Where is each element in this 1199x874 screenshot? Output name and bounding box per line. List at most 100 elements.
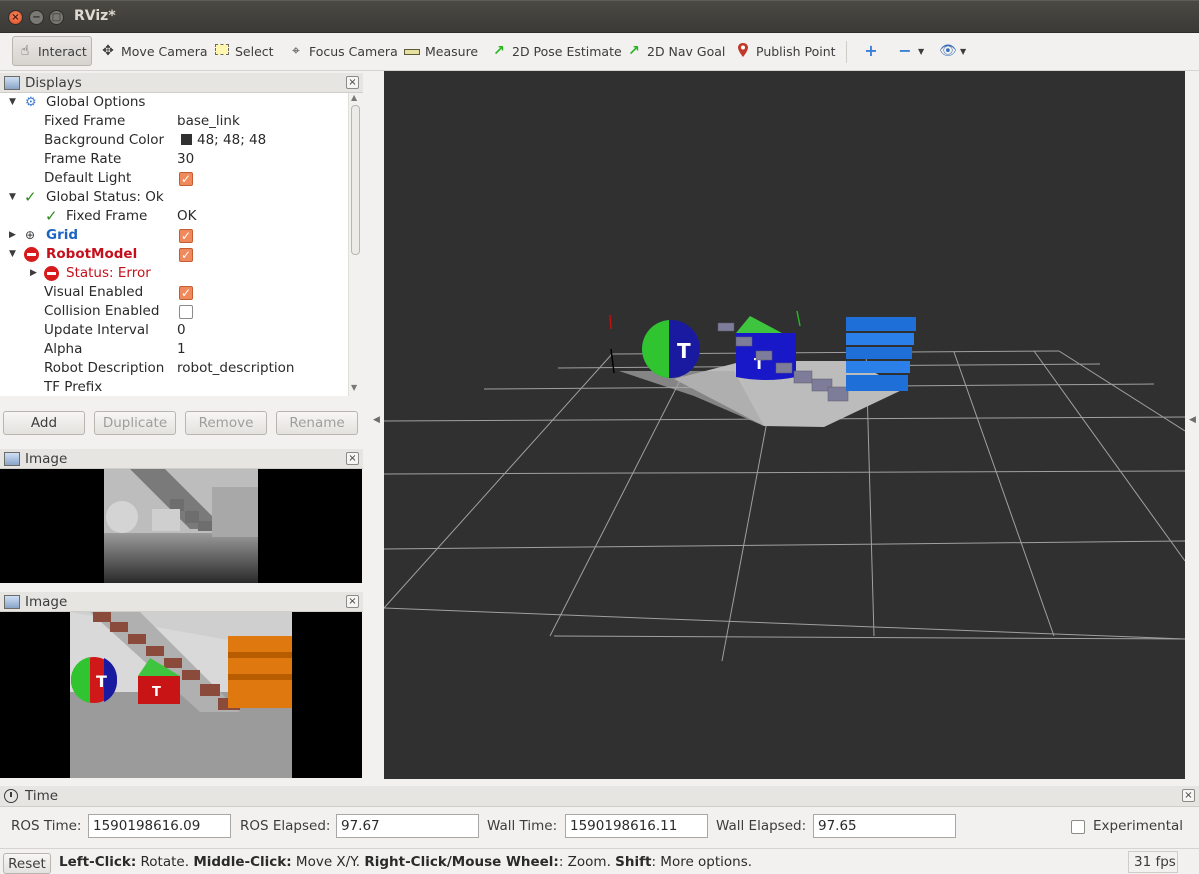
expand-arrow-icon[interactable]: ▼ (9, 93, 16, 112)
select-tool-label: Select (235, 43, 274, 59)
scroll-up-arrow-icon[interactable]: ▲ (351, 93, 357, 102)
window-minimize-button[interactable]: − (29, 10, 44, 25)
main-toolbar: ☝ Interact ✥ Move Camera Select ⌖ Focus … (0, 33, 1199, 71)
expand-arrow-icon[interactable]: ▶ (9, 226, 16, 245)
tree-row-robot-description[interactable]: Robot Description robot_description (0, 359, 348, 378)
nav-goal-tool-button[interactable]: ↗ 2D Nav Goal (622, 36, 729, 66)
global-options-label: Global Options (46, 94, 146, 110)
green-arrow-icon: ↗ (628, 43, 640, 59)
displays-panel-close-button[interactable]: × (346, 76, 359, 89)
views-tool-button[interactable]: 👁 ▼ (935, 36, 970, 66)
error-icon (24, 245, 39, 266)
green-arrow-icon: ↗ (493, 43, 505, 59)
focus-camera-tool-button[interactable]: ⌖ Focus Camera (284, 36, 402, 66)
collision-enabled-checkbox[interactable] (179, 305, 193, 319)
chevron-down-icon: ▼ (960, 46, 967, 56)
tf-prefix-label: TF Prefix (44, 379, 103, 395)
right-splitter-arrow-icon[interactable]: ◀ (1189, 415, 1196, 425)
depth-image-panel-close-button[interactable]: × (346, 452, 359, 465)
hand-pointer-icon: ☝ (20, 43, 30, 59)
tree-row-default-light[interactable]: Default Light (0, 169, 348, 189)
ros-elapsed-field[interactable]: 97.67 (336, 814, 479, 838)
tree-row-collision-enabled[interactable]: Collision Enabled (0, 302, 348, 321)
robot-model-enabled-checkbox[interactable] (179, 246, 193, 265)
tree-row-frame-rate[interactable]: Frame Rate 30 (0, 150, 348, 169)
checkmark-icon: ✓ (24, 188, 37, 206)
add-tool-button[interactable]: + (859, 36, 883, 66)
scroll-down-arrow-icon[interactable]: ▼ (351, 383, 357, 392)
select-tool-button[interactable]: Select (210, 36, 278, 66)
window-maximize-button[interactable]: □ (49, 10, 64, 25)
ros-elapsed-label: ROS Elapsed: (240, 818, 331, 834)
default-light-checkbox[interactable] (179, 170, 193, 189)
grid-enabled-checkbox[interactable] (179, 227, 193, 246)
gear-icon: ⚙ (25, 95, 37, 110)
experimental-checkbox[interactable] (1071, 820, 1085, 834)
visual-enabled-checkbox[interactable] (179, 284, 193, 303)
wall-time-field[interactable]: 1590198616.11 (565, 814, 708, 838)
update-interval-value[interactable]: 0 (177, 321, 186, 340)
tree-row-robot-model[interactable]: ▼ RobotModel (0, 245, 348, 266)
pose-estimate-tool-button[interactable]: ↗ 2D Pose Estimate (487, 36, 626, 66)
hint-right-click-action: : Zoom. (558, 854, 616, 870)
remove-display-button[interactable]: Remove (185, 411, 267, 435)
ros-time-field[interactable]: 1590198616.09 (88, 814, 231, 838)
move-camera-tool-button[interactable]: ✥ Move Camera (96, 36, 212, 66)
checkmark-icon: ✓ (45, 207, 58, 225)
expand-arrow-icon[interactable]: ▶ (30, 264, 37, 283)
collision-enabled-label: Collision Enabled (44, 303, 160, 319)
tree-row-status-error[interactable]: ▶ Status: Error (0, 264, 348, 283)
status-error-label: Status: Error (66, 265, 151, 281)
expand-arrow-icon[interactable]: ▼ (9, 188, 16, 207)
hint-left-click-action: Rotate. (136, 854, 194, 870)
eye-icon: 👁 (939, 43, 957, 59)
tree-row-update-interval[interactable]: Update Interval 0 (0, 321, 348, 340)
time-panel-header: Time × (0, 786, 1199, 807)
alpha-value[interactable]: 1 (177, 340, 186, 359)
error-icon (44, 264, 59, 285)
tree-row-grid[interactable]: ▶ ⊕ Grid (0, 226, 348, 246)
fixed-frame-value[interactable]: base_link (177, 112, 240, 131)
expand-arrow-icon[interactable]: ▼ (9, 245, 16, 264)
frame-rate-value[interactable]: 30 (177, 150, 194, 169)
3d-render-viewport[interactable]: T T (384, 71, 1185, 779)
remove-tool-button[interactable]: − ▼ (893, 36, 928, 66)
default-light-label: Default Light (44, 170, 132, 186)
time-panel-close-button[interactable]: × (1182, 789, 1195, 802)
add-display-button[interactable]: Add (3, 411, 85, 435)
displays-scrollbar[interactable]: ▲ ▼ (348, 93, 362, 396)
tree-row-tf-prefix[interactable]: TF Prefix (0, 378, 348, 396)
publish-point-tool-label: Publish Point (756, 43, 836, 59)
tree-row-visual-enabled[interactable]: Visual Enabled (0, 283, 348, 303)
scrollbar-thumb[interactable] (351, 105, 360, 255)
rgb-image-panel-close-button[interactable]: × (346, 595, 359, 608)
interact-tool-button[interactable]: ☝ Interact (12, 36, 92, 66)
wall-elapsed-field[interactable]: 97.65 (813, 814, 956, 838)
move-camera-tool-label: Move Camera (121, 43, 208, 59)
nav-goal-tool-label: 2D Nav Goal (647, 43, 726, 59)
reset-button[interactable]: Reset (3, 853, 51, 874)
tree-row-fixed-frame[interactable]: Fixed Frame base_link (0, 112, 348, 131)
tree-row-status-fixed-frame[interactable]: ✓ Fixed Frame OK (0, 207, 348, 226)
tree-row-background-color[interactable]: Background Color 48; 48; 48 (0, 131, 348, 150)
wall-time-label: Wall Time: (487, 818, 558, 834)
wall-elapsed-label: Wall Elapsed: (716, 818, 807, 834)
left-splitter-arrow-icon[interactable]: ◀ (373, 415, 380, 425)
status-fixed-frame-label: Fixed Frame (66, 208, 148, 224)
rename-display-button[interactable]: Rename (276, 411, 358, 435)
robot-description-value[interactable]: robot_description (177, 359, 294, 378)
measure-tool-button[interactable]: Measure (400, 36, 482, 66)
background-color-value[interactable]: 48; 48; 48 (181, 131, 266, 150)
tree-row-global-options[interactable]: ▼ ⚙ Global Options (0, 93, 348, 112)
depth-image (104, 469, 258, 583)
3d-scene: T T (384, 310, 1185, 662)
tree-row-alpha[interactable]: Alpha 1 (0, 340, 348, 359)
tree-row-global-status[interactable]: ▼ ✓ Global Status: Ok (0, 188, 348, 207)
publish-point-tool-button[interactable]: Publish Point (731, 36, 840, 66)
duplicate-display-button[interactable]: Duplicate (94, 411, 176, 435)
depth-image-panel-header: Image × (0, 449, 363, 469)
hint-middle-click: Middle-Click: (193, 854, 292, 870)
window-close-button[interactable]: × (8, 10, 23, 25)
plus-icon: + (864, 41, 878, 60)
hint-right-click: Right-Click/Mouse Wheel: (364, 854, 559, 870)
